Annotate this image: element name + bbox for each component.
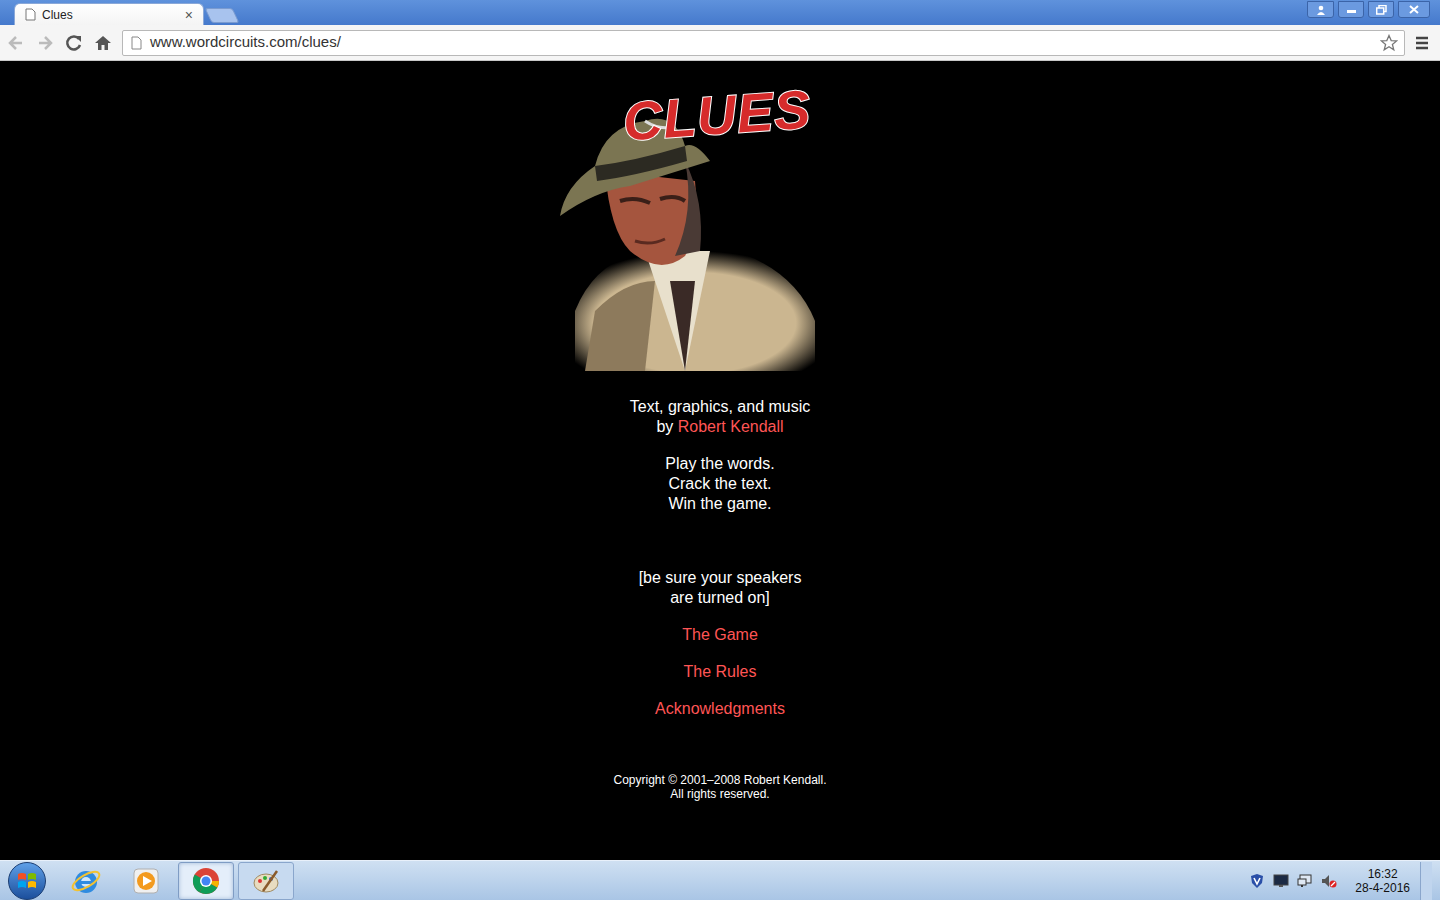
desktop: Clues × www.wordcircuits.com/clues/CLUES Te… (0, 0, 1440, 900)
notice-line: [be sure your speakers (639, 568, 802, 588)
speaker-muted-icon[interactable] (1321, 873, 1337, 889)
shield-icon[interactable] (1249, 873, 1265, 889)
reload-icon[interactable] (64, 33, 84, 53)
tagline-line: Win the game. (665, 494, 774, 514)
forward-icon[interactable] (35, 33, 55, 53)
user-icon (1316, 5, 1326, 15)
by-line: byRobert Kendall (630, 417, 811, 437)
author-link[interactable]: Robert Kendall (678, 418, 784, 435)
page-content: CLUES Text, graphics, and musicbyRobert K… (0, 61, 1440, 860)
back-icon[interactable] (6, 33, 26, 53)
taskbar-apps (58, 862, 294, 900)
tab-close[interactable]: × (185, 8, 193, 22)
system-tray (1249, 873, 1337, 889)
minimize-button[interactable] (1338, 1, 1364, 18)
nav-link[interactable]: The Game (682, 625, 758, 645)
taskbar-app[interactable] (178, 862, 234, 900)
profile-button[interactable] (1307, 1, 1334, 18)
credits: Text, graphics, and musicbyRobert Kendal… (630, 397, 811, 437)
taskbar: 16:3228-4-2016 (0, 860, 1440, 900)
restore-icon (1376, 5, 1387, 15)
internet-explorer-icon (70, 865, 102, 897)
url-text[interactable]: www.wordcircuits.com/clues/ (150, 31, 1372, 54)
copyright-line: Copyright © 2001–2008 Robert Kendall. (614, 773, 827, 787)
credit-line: Text, graphics, and music (630, 397, 811, 417)
browser-tab[interactable]: Clues × (14, 3, 204, 25)
taskbar-app[interactable] (58, 862, 114, 900)
tagline: Play the words.Crack the text.Win the ga… (665, 454, 774, 514)
page-icon (25, 8, 36, 21)
clock[interactable]: 16:3228-4-2016 (1345, 867, 1420, 895)
nav-link[interactable]: Acknowledgments (655, 699, 785, 719)
new-tab-button[interactable] (205, 8, 240, 23)
tagline-line: Crack the text. (665, 474, 774, 494)
network-icon[interactable] (1297, 873, 1313, 889)
close-button[interactable] (1398, 1, 1430, 18)
clock-time: 16:32 (1368, 867, 1398, 881)
taskbar-app[interactable] (238, 862, 294, 900)
logo: CLUES (535, 81, 825, 371)
copyright: Copyright © 2001–2008 Robert Kendall.All… (614, 773, 827, 801)
copyright-line: All rights reserved. (614, 787, 827, 801)
address-bar[interactable]: www.wordcircuits.com/clues/ (122, 30, 1405, 56)
star-icon[interactable] (1380, 34, 1398, 52)
windows-logo-icon (17, 871, 37, 891)
home-icon[interactable] (93, 33, 113, 53)
title-bar: Clues × (0, 0, 1440, 25)
tagline-line: Play the words. (665, 454, 774, 474)
page-icon (131, 36, 142, 50)
logo-title: CLUES (621, 81, 812, 150)
tab-strip: Clues × (14, 3, 236, 25)
close-icon (1409, 5, 1419, 14)
speaker-notice: [be sure your speakersare turned on] (639, 568, 802, 608)
menu-icon[interactable] (1414, 35, 1430, 51)
toolbar: www.wordcircuits.com/clues/ (0, 25, 1440, 61)
monitor-icon[interactable] (1273, 873, 1289, 889)
minimize-icon (1347, 10, 1356, 13)
maximize-button[interactable] (1368, 1, 1394, 18)
clock-date: 28-4-2016 (1355, 881, 1410, 895)
show-desktop-button[interactable] (1420, 862, 1432, 900)
chrome-icon (191, 866, 221, 896)
media-player-icon (131, 866, 161, 896)
taskbar-app[interactable] (118, 862, 174, 900)
window-controls (1307, 1, 1430, 18)
notice-line: are turned on] (639, 588, 802, 608)
tab-title: Clues (42, 6, 179, 24)
start-button[interactable] (8, 862, 46, 900)
paint-icon (251, 866, 281, 896)
nav-links: The Game The Rules Acknowledgments (655, 625, 785, 719)
nav-link[interactable]: The Rules (684, 662, 757, 682)
